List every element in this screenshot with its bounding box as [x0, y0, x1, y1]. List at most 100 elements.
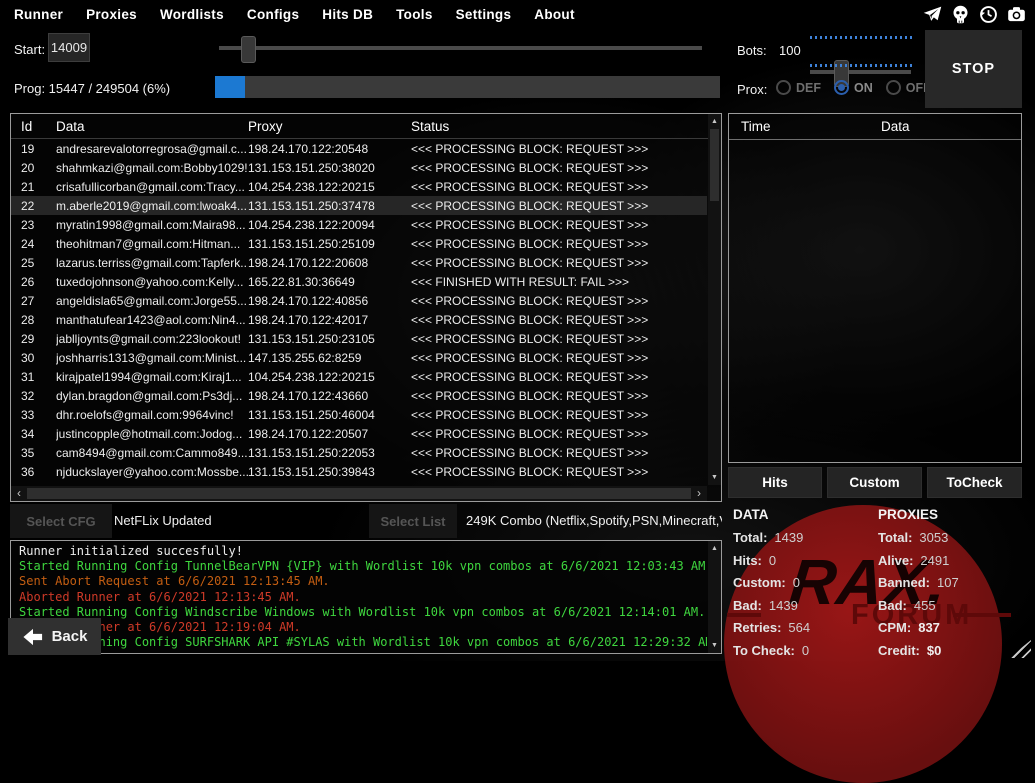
skull-icon[interactable]	[950, 4, 971, 25]
log-line: Started Running Config TunnelBearVPN {VI…	[19, 559, 707, 574]
scroll-down-icon[interactable]: ▼	[708, 639, 721, 652]
table-row[interactable]: 35 cam8494@gmail.com:Cammo849... 131.153…	[11, 443, 707, 462]
stat-value: 564	[788, 620, 811, 635]
bots-slider[interactable]	[810, 60, 911, 87]
cell-proxy: 131.153.151.250:22053	[248, 445, 375, 460]
table-row[interactable]: 27 angeldisla65@gmail.com:Jorge55... 198…	[11, 291, 707, 310]
stat-label: Hits:	[733, 552, 762, 568]
vertical-scrollbar[interactable]: ▲ ▼	[708, 114, 721, 485]
column-hit-data[interactable]: Data	[881, 119, 1021, 134]
table-row[interactable]: 30 joshharris1313@gmail.com:Minist... 14…	[11, 348, 707, 367]
radio-button-icon[interactable]	[885, 80, 901, 95]
cell-status: <<< PROCESSING BLOCK: REQUEST >>>	[411, 160, 649, 175]
prox-radio-option[interactable]: DEF	[776, 80, 821, 95]
back-button[interactable]: Back	[8, 618, 101, 655]
table-row[interactable]: 31 kirajpatel1994@gmail.com:Kiraj1... 10…	[11, 367, 707, 386]
cell-status: <<< PROCESSING BLOCK: REQUEST >>>	[411, 141, 649, 156]
table-row[interactable]: 23 myratin1998@gmail.com:Maira98... 104.…	[11, 215, 707, 234]
select-list-button[interactable]: Select List	[369, 504, 457, 538]
menu-item[interactable]: Hits DB	[322, 7, 373, 22]
hits-panel-header: Time Data	[729, 114, 1021, 140]
table-row[interactable]: 20 shahmkazi@gmail.com:Bobby1029! 131.15…	[11, 158, 707, 177]
table-row[interactable]: 21 crisafullicorban@gmail.com:Tracy... 1…	[11, 177, 707, 196]
stat-value: 0	[768, 552, 777, 568]
stop-button[interactable]: STOP	[925, 30, 1022, 108]
tocheck-button[interactable]: ToCheck	[927, 467, 1022, 498]
menu-item[interactable]: About	[534, 7, 574, 22]
cell-id: 28	[21, 312, 35, 327]
stat-label: Total:	[878, 530, 913, 545]
table-row[interactable]: 37 ...8804@gmail.com:8794.l... 131.153.1…	[11, 481, 707, 486]
menu-item[interactable]: Wordlists	[160, 7, 224, 22]
hits-button[interactable]: Hits	[728, 467, 822, 498]
radio-button-icon[interactable]	[776, 80, 791, 95]
camera-icon[interactable]	[1006, 4, 1027, 25]
log-panel: Runner initialized succesfully! Started …	[10, 540, 722, 654]
table-row[interactable]: 36 njduckslayer@yahoo.com:Mossbe... 131.…	[11, 462, 707, 481]
menu-item[interactable]: Proxies	[86, 7, 137, 22]
cell-data: manthatufear1423@aol.com:Nin4...	[56, 312, 246, 327]
table-row[interactable]: 28 manthatufear1423@aol.com:Nin4... 198.…	[11, 310, 707, 329]
scrollbar-thumb[interactable]	[710, 129, 719, 201]
scroll-up-icon[interactable]: ▲	[708, 542, 721, 555]
menu-item[interactable]: Configs	[247, 7, 299, 22]
table-row[interactable]: 24 theohitman7@gmail.com:Hitman... 131.1…	[11, 234, 707, 253]
cell-data: myratin1998@gmail.com:Maira98...	[56, 217, 246, 232]
table-row[interactable]: 22 m.aberle2019@gmail.com:lwoak4... 131.…	[11, 196, 707, 215]
column-id[interactable]: Id	[21, 119, 56, 134]
cell-status: <<< PROCESSING BLOCK: REQUEST >>>	[411, 426, 649, 441]
menu-item[interactable]: Tools	[396, 7, 433, 22]
proxies-stats-section: PROXIES Total: 3053 Alive: 2491 Banned: …	[878, 507, 1028, 665]
prox-radio-option[interactable]: ON	[834, 80, 873, 95]
table-row[interactable]: 25 lazarus.terriss@gmail.com:Tapferk... …	[11, 253, 707, 272]
log-scrollbar[interactable]: ▲ ▼	[708, 541, 721, 653]
column-time[interactable]: Time	[741, 119, 881, 134]
stat-item: Hits: 0	[733, 553, 873, 568]
column-proxy[interactable]: Proxy	[248, 119, 411, 134]
slider-track	[810, 70, 911, 74]
stat-label: Banned:	[878, 575, 930, 590]
cell-id: 21	[21, 179, 35, 194]
table-row[interactable]: 29 jablljoynts@gmail.com:223lookout! 131…	[11, 329, 707, 348]
table-row[interactable]: 26 tuxedojohnson@yahoo.com:Kelly... 165.…	[11, 272, 707, 291]
stat-value: 1439	[774, 530, 804, 545]
menu-bar: Runner Proxies Wordlists Configs Hits DB Tool…	[0, 0, 1035, 28]
back-arrow-icon	[23, 628, 42, 645]
cell-id: 34	[21, 426, 35, 441]
radio-button-icon[interactable]	[834, 80, 849, 95]
select-cfg-button[interactable]: Select CFG	[10, 504, 112, 538]
cell-id: 33	[21, 407, 35, 422]
table-row[interactable]: 19 andresarevalotorregrosa@gmail.c... 19…	[11, 139, 707, 158]
menu-item[interactable]: Settings	[456, 7, 512, 22]
history-icon[interactable]	[978, 4, 999, 25]
log-line: Started Running Config Windscribe Window…	[19, 604, 706, 619]
cell-data: tuxedojohnson@yahoo.com:Kelly...	[56, 274, 244, 289]
table-row[interactable]: 34 justincopple@hotmail.com:Jodog... 198…	[11, 424, 707, 443]
table-row[interactable]: 32 dylan.bragdon@gmail.com:Ps3dj... 198.…	[11, 386, 707, 405]
cell-proxy: 147.135.255.62:8259	[248, 350, 362, 365]
prox-radio-option[interactable]: OFF	[885, 80, 931, 95]
stat-label: CPM:	[878, 620, 912, 635]
scroll-up-icon[interactable]: ▲	[708, 115, 721, 128]
menu-item[interactable]: Runner	[14, 7, 63, 22]
column-data[interactable]: Data	[56, 119, 248, 134]
scrollbar-thumb[interactable]	[27, 488, 691, 499]
cell-status: <<< FINISHED WITH RESULT: FAIL >>>	[411, 274, 630, 289]
horizontal-scrollbar[interactable]: ‹ ›	[11, 486, 707, 501]
column-status[interactable]: Status	[411, 119, 721, 134]
scroll-right-icon[interactable]: ›	[692, 486, 706, 501]
custom-button[interactable]: Custom	[827, 467, 922, 498]
scroll-left-icon[interactable]: ‹	[12, 486, 26, 501]
start-input[interactable]: 14009	[48, 33, 90, 62]
cell-id: 29	[21, 331, 35, 346]
table-row[interactable]: 33 dhr.roelofs@gmail.com:9964vinc! 131.1…	[11, 405, 707, 424]
start-slider[interactable]	[219, 36, 702, 63]
stat-label: Credit:	[878, 642, 920, 658]
log-line: Aborted Runner at 6/6/2021 12:13:45 AM.	[19, 589, 301, 604]
slider-handle[interactable]	[241, 36, 256, 63]
telegram-icon[interactable]	[922, 4, 943, 25]
scroll-down-icon[interactable]: ▼	[708, 471, 721, 484]
cell-id: 31	[21, 369, 35, 384]
stat-label: Total:	[733, 530, 768, 545]
cell-proxy: 198.24.170.122:20507	[248, 426, 369, 441]
